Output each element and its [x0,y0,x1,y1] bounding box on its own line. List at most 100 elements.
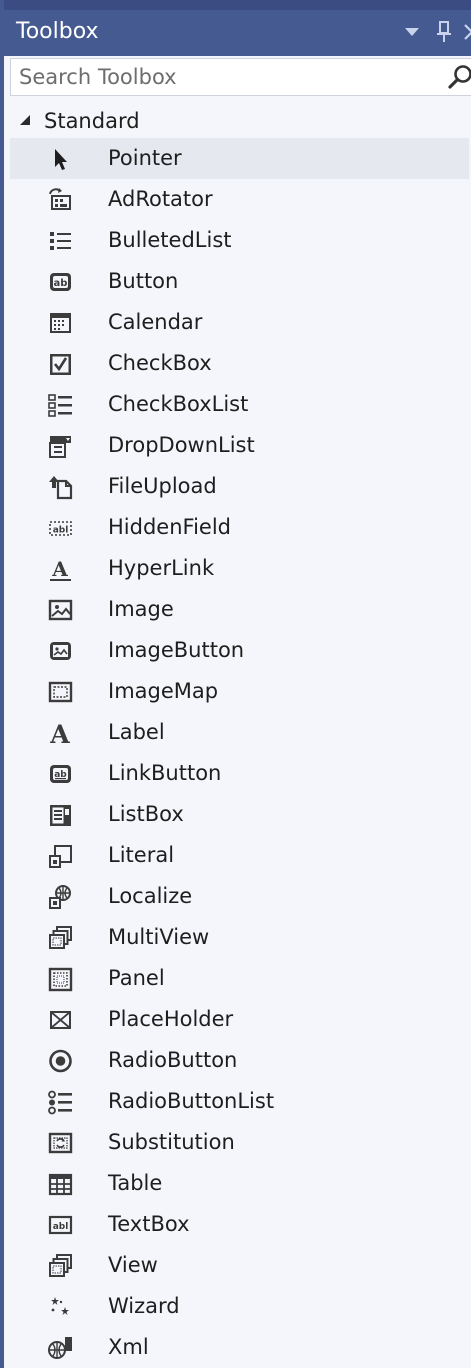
table-icon [46,1170,74,1198]
toolbox-item-adrotator[interactable]: AdRotator [10,179,469,220]
linkbutton-icon: ab [46,760,74,788]
svg-text:A: A [51,557,68,581]
toolbox-item-label: ImageButton [108,638,245,662]
toolbox-item-label: Panel [108,966,165,990]
bulletedlist-icon [46,227,74,255]
toolbox-item-linkbutton[interactable]: ab LinkButton [10,753,469,794]
toolbox-item-radiobuttonlist[interactable]: RadioButtonList [10,1081,469,1122]
toolbox-item-label: Pointer [108,146,182,170]
toolbox-item-calendar[interactable]: Calendar [10,302,469,343]
toolbox-item-label: Wizard [108,1294,180,1318]
toolbox-item-wizard[interactable]: Wizard [10,1286,469,1327]
toolbox-item-label: AdRotator [108,187,213,211]
toolbox-item-label: CheckBox [108,351,212,375]
toolbox-item-image[interactable]: Image [10,589,469,630]
toolbox-item-list: Pointer AdRotator BulletedList ab Button Cale… [10,138,469,1368]
toolbox-item-table[interactable]: Table [10,1163,469,1204]
pointer-icon [46,145,74,173]
toolbox-item-radiobutton[interactable]: RadioButton [10,1040,469,1081]
radiobutton-icon [46,1047,74,1075]
toolbox-item-label: DropDownList [108,433,255,457]
toolbox-item-xml[interactable]: Xml [10,1327,469,1368]
toolbox-item-substitution[interactable]: Substitution [10,1122,469,1163]
placeholder-icon [46,1006,74,1034]
toolbox-item-label: Literal [108,843,175,867]
title-bar[interactable]: Toolbox [4,0,471,56]
toolbox-item-label[interactable]: A Label [10,712,469,753]
pin-icon[interactable] [432,18,456,46]
toolbox-item-label: CheckBoxList [108,392,249,416]
toolbox-item-imagemap[interactable]: ImageMap [10,671,469,712]
toolbox-item-button[interactable]: ab Button [10,261,469,302]
toolbox-item-multiview[interactable]: MultiView [10,917,469,958]
toolbox-item-label: ListBox [108,802,184,826]
toolbox-item-textbox[interactable]: abl TextBox [10,1204,469,1245]
adrotator-icon [46,186,74,214]
toolbox-item-label: Table [108,1171,163,1195]
group-standard-header[interactable]: Standard [4,102,471,140]
hyperlink-icon: A [46,555,74,583]
toolbox-item-checkboxlist[interactable]: CheckBoxList [10,384,469,425]
dropdownlist-icon [46,432,74,460]
toolbox-item-listbox[interactable]: ListBox [10,794,469,835]
listbox-icon [46,801,74,829]
button-icon: ab [46,268,74,296]
toolbox-item-label: RadioButton [108,1048,238,1072]
toolbox-item-label: Label [108,720,165,744]
toolbox-item-label: BulletedList [108,228,232,252]
search-icon[interactable] [447,63,471,91]
xml-icon [46,1334,74,1362]
calendar-icon [46,309,74,337]
search-placeholder: Search Toolbox [19,65,177,89]
panel-icon [46,965,74,993]
checkbox-icon [46,350,74,378]
toolbox-item-label: PlaceHolder [108,1007,234,1031]
toolbox-item-label: TextBox [108,1212,190,1236]
toolbox-item-label: ImageMap [108,679,219,703]
hiddenfield-icon: abl [46,514,74,542]
svg-text:abl: abl [53,526,69,536]
toolbox-item-label: HiddenField [108,515,231,539]
toolbox-item-imagebutton[interactable]: ImageButton [10,630,469,671]
toolbox-item-label: View [108,1253,158,1277]
svg-text:abl: abl [53,1222,69,1232]
toolbox-item-dropdownlist[interactable]: DropDownList [10,425,469,466]
close-icon[interactable] [462,18,471,46]
toolbox-item-fileupload[interactable]: FileUpload [10,466,469,507]
imagemap-icon [46,678,74,706]
svg-text:A: A [49,720,70,747]
textbox-icon: abl [46,1211,74,1239]
toolbox-item-hiddenfield[interactable]: abl HiddenField [10,507,469,548]
toolbox-item-pointer[interactable]: Pointer [10,138,469,179]
toolbox-item-label: Xml [108,1335,149,1359]
svg-text:ab: ab [54,278,68,289]
localize-icon [46,883,74,911]
view-icon [46,1252,74,1280]
toolbox-item-bulletedlist[interactable]: BulletedList [10,220,469,261]
toolbox-item-label: Button [108,269,179,293]
toolbox-item-placeholder[interactable]: PlaceHolder [10,999,469,1040]
toolbox-item-panel[interactable]: Panel [10,958,469,999]
window-position-dropdown-icon[interactable] [400,18,424,46]
toolbox-window: Toolbox Search Toolbox Standard Pointer … [0,0,471,1368]
substitution-icon [46,1129,74,1157]
toolbox-item-localize[interactable]: Localize [10,876,469,917]
expanded-triangle-icon[interactable] [18,112,32,126]
multiview-icon [46,924,74,952]
imagebutton-icon [46,637,74,665]
fileupload-icon [46,473,74,501]
toolbox-item-label: LinkButton [108,761,222,785]
toolbox-item-label: Calendar [108,310,203,334]
title-bar-edge [4,0,471,10]
toolbox-item-label: HyperLink [108,556,215,580]
toolbox-item-checkbox[interactable]: CheckBox [10,343,469,384]
literal-icon [46,842,74,870]
toolbox-item-hyperlink[interactable]: A HyperLink [10,548,469,589]
toolbox-item-view[interactable]: View [10,1245,469,1286]
toolbox-item-label: RadioButtonList [108,1089,275,1113]
label-icon: A [46,719,74,749]
toolbox-item-literal[interactable]: Literal [10,835,469,876]
search-toolbox-input[interactable]: Search Toolbox [10,58,471,96]
wizard-icon [46,1293,74,1321]
radiobuttonlist-icon [46,1088,74,1116]
